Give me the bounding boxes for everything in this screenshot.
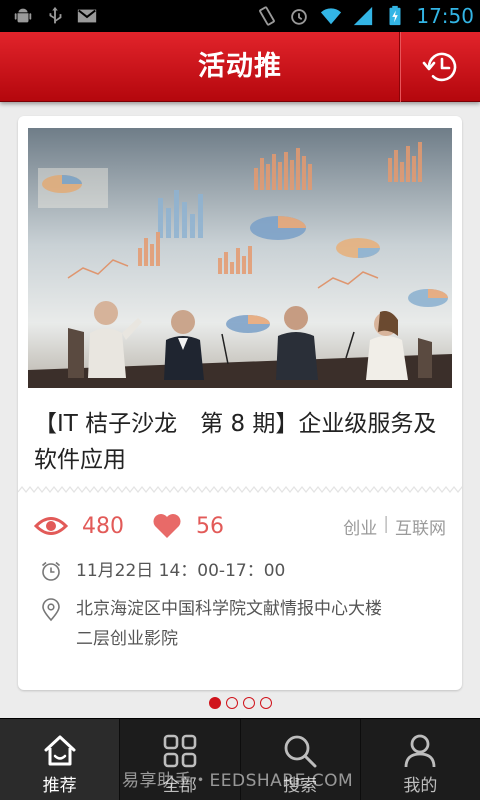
zigzag-divider: [18, 486, 462, 493]
nav-label: 我的: [403, 776, 438, 796]
nav-item-all[interactable]: 全部: [120, 719, 241, 800]
page-title: 活动推: [198, 51, 282, 82]
vibrate-icon: [259, 6, 276, 26]
like-count-value: 56: [196, 513, 224, 539]
header-divider: [399, 32, 400, 102]
page-dot[interactable]: [225, 697, 238, 709]
event-time-row: 11月22日 14：00-17：00: [40, 556, 416, 586]
location-pin-icon: [42, 598, 60, 622]
page-dot[interactable]: [208, 697, 221, 709]
like-count[interactable]: 56: [152, 513, 224, 539]
event-location[interactable]: 北京海淀区中国科学院文献情报中心大楼 二层创业影院: [76, 594, 416, 654]
view-count: 480: [34, 514, 124, 539]
event-title[interactable]: 【IT 桔子沙龙 第 8 期】企业级服务及软件应用: [34, 406, 450, 478]
tag-item[interactable]: 创业: [343, 514, 377, 539]
nav-label: 搜索: [283, 776, 318, 796]
page-dot[interactable]: [242, 697, 255, 709]
grid-icon: [163, 734, 197, 768]
alarm-clock-icon: [41, 561, 61, 581]
page-dot[interactable]: [259, 697, 272, 709]
nav-item-mine[interactable]: 我的: [361, 719, 480, 800]
usb-icon: [49, 6, 62, 24]
battery-charging-icon: [389, 5, 401, 26]
nav-label: 全部: [162, 776, 197, 796]
event-card[interactable]: 【IT 桔子沙龙 第 8 期】企业级服务及软件应用 480 56 创业 | 互联…: [18, 116, 462, 690]
event-time: 11月22日 14：00-17：00: [76, 561, 286, 581]
event-location-row: 北京海淀区中国科学院文献情报中心大楼 二层创业影院: [40, 594, 416, 654]
history-button[interactable]: [401, 32, 480, 102]
nav-item-recommend[interactable]: 推荐: [0, 719, 121, 800]
home-icon: [44, 735, 76, 766]
history-clock-icon: [422, 52, 456, 82]
tag-item[interactable]: 互联网: [395, 514, 446, 539]
event-stats-row: 480 56 创业 | 互联网: [34, 506, 446, 546]
heart-icon[interactable]: [152, 513, 182, 539]
wifi-icon: [321, 8, 342, 25]
person-icon: [404, 734, 436, 768]
android-debug-icon: [14, 8, 32, 23]
status-time: 17:50: [416, 4, 474, 28]
signal-icon: [354, 6, 373, 26]
nav-item-search[interactable]: 搜索: [241, 719, 361, 800]
eye-icon: [34, 517, 68, 535]
app-header: 活动推: [0, 32, 480, 102]
event-location-line2: 二层创业影院: [76, 629, 178, 649]
nav-label: 推荐: [42, 776, 77, 796]
status-bar: 17:50: [0, 0, 480, 32]
business-meeting-illustration: [28, 128, 452, 388]
event-banner-image[interactable]: [28, 128, 452, 388]
search-icon: [284, 735, 317, 768]
event-location-line1: 北京海淀区中国科学院文献情报中心大楼: [76, 599, 382, 619]
tag-separator: |: [383, 513, 389, 534]
view-count-value: 480: [82, 513, 124, 539]
page-indicator: [0, 697, 480, 713]
bottom-navigation: 推荐 全部 搜索 我的: [0, 718, 480, 800]
event-tags: 创业 | 互联网: [343, 514, 446, 539]
gmail-icon: [77, 9, 97, 23]
alarm-icon: [291, 9, 308, 25]
